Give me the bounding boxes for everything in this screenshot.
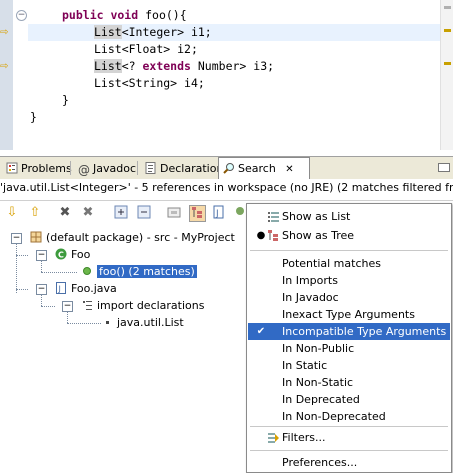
code-line-1: public void foo(){ bbox=[62, 8, 187, 22]
view-tab-bar: Problems @ Javadoc Declaration Search ✕ bbox=[0, 156, 453, 180]
tree-connector bbox=[16, 241, 17, 293]
collapse-toggle-icon[interactable]: − bbox=[36, 250, 47, 261]
tree-connector bbox=[41, 294, 42, 306]
code-line-3: List<Float> i2; bbox=[94, 42, 198, 56]
cancel-search-icon[interactable] bbox=[166, 205, 182, 221]
remove-all-matches-icon[interactable]: ✖ bbox=[80, 205, 96, 221]
tree-item-imports[interactable]: import declarations bbox=[81, 297, 204, 314]
maximize-icon[interactable] bbox=[438, 163, 450, 172]
tree-connector bbox=[41, 306, 55, 307]
tree-connector bbox=[67, 323, 101, 324]
previous-match-icon[interactable]: ⇧ bbox=[27, 205, 43, 221]
tree-connector bbox=[67, 311, 68, 323]
menu-item-in-deprecated[interactable]: In Deprecated bbox=[248, 391, 450, 408]
tab-search[interactable]: Search ✕ bbox=[218, 157, 310, 180]
overview-ruler-marker[interactable] bbox=[444, 62, 451, 65]
declaration-icon bbox=[145, 161, 157, 174]
tree-connector bbox=[16, 255, 28, 256]
menu-item-in-non-public[interactable]: In Non-Public bbox=[248, 340, 450, 357]
search-results-tree[interactable]: − − − − (default package) - src - MyProj… bbox=[0, 226, 246, 471]
java-file-icon[interactable]: J bbox=[211, 205, 227, 221]
menu-item-incompatible-type-arguments[interactable]: ✔ Incompatible Type Arguments bbox=[248, 323, 450, 340]
overview-ruler[interactable] bbox=[440, 0, 453, 150]
at-icon: @ bbox=[78, 163, 90, 177]
imports-icon bbox=[81, 299, 93, 311]
overview-ruler-marker[interactable] bbox=[444, 6, 451, 9]
expand-all-icon[interactable] bbox=[113, 205, 129, 221]
tree-item-class[interactable]: C Foo bbox=[55, 246, 90, 263]
view-menu-popup: Show as List ● Show as Tree Potential ma… bbox=[246, 203, 452, 473]
code-editor[interactable]: ⇨ ⇨ − public void foo(){ List<Integer> i… bbox=[0, 0, 453, 150]
collapse-toggle-icon[interactable]: − bbox=[62, 301, 73, 312]
remove-match-icon[interactable]: ✖ bbox=[57, 205, 73, 221]
menu-item-inexact-type-arguments[interactable]: Inexact Type Arguments bbox=[248, 306, 450, 323]
editor-gutter bbox=[0, 0, 13, 150]
tree-item-method[interactable]: foo() (2 matches) bbox=[81, 263, 197, 280]
list-icon bbox=[267, 210, 280, 223]
code-line-4: List<? extends Number> i3; bbox=[94, 59, 275, 73]
code-line-5: List<String> i4; bbox=[94, 76, 205, 90]
code-line-7: } bbox=[30, 110, 37, 124]
svg-text:J: J bbox=[58, 285, 61, 294]
tree-icon bbox=[267, 229, 280, 242]
tree-connector bbox=[41, 272, 77, 273]
show-as-tree-icon[interactable] bbox=[189, 205, 206, 222]
tab-divider bbox=[137, 161, 138, 175]
tab-javadoc[interactable]: @ Javadoc bbox=[74, 159, 140, 178]
tree-item-import[interactable]: java.util.List bbox=[103, 314, 184, 331]
svg-text:J: J bbox=[215, 209, 219, 219]
method-icon bbox=[81, 265, 93, 277]
tab-problems[interactable]: Problems bbox=[2, 159, 76, 178]
tree-item-file[interactable]: J Foo.java bbox=[55, 280, 117, 297]
problems-icon bbox=[6, 161, 18, 174]
radio-selected-icon: ● bbox=[256, 230, 266, 241]
search-icon bbox=[223, 160, 235, 174]
selected-method-label: foo() (2 matches) bbox=[97, 265, 197, 278]
menu-separator bbox=[250, 426, 448, 427]
fold-toggle-icon[interactable]: − bbox=[16, 10, 27, 21]
menu-item-in-non-deprecated[interactable]: In Non-Deprecated bbox=[248, 408, 450, 425]
filter-icon bbox=[267, 431, 280, 444]
overview-ruler-marker[interactable] bbox=[444, 29, 451, 32]
menu-item-filters[interactable]: Filters... bbox=[248, 429, 450, 446]
menu-item-show-as-tree[interactable]: ● Show as Tree bbox=[248, 227, 450, 244]
occurrence-marker-icon: ⇨ bbox=[0, 27, 9, 38]
menu-item-preferences[interactable]: Preferences... bbox=[248, 454, 450, 471]
tree-connector bbox=[41, 260, 42, 272]
collapse-all-icon[interactable] bbox=[136, 205, 152, 221]
svg-text:C: C bbox=[58, 251, 64, 260]
occurrence-marker-icon: ⇨ bbox=[0, 61, 9, 72]
tab-declaration[interactable]: Declaration bbox=[141, 159, 227, 178]
tree-item-package[interactable]: (default package) - src - MyProject bbox=[30, 229, 235, 246]
menu-item-potential-matches[interactable]: Potential matches bbox=[248, 255, 450, 272]
collapse-toggle-icon[interactable]: − bbox=[36, 284, 47, 295]
close-tab-icon[interactable]: ✕ bbox=[285, 164, 293, 175]
tab-divider bbox=[70, 161, 71, 175]
code-line-6: } bbox=[62, 93, 69, 107]
class-icon: C bbox=[55, 248, 67, 260]
menu-item-in-javadoc[interactable]: In Javadoc bbox=[248, 289, 450, 306]
java-file-icon: J bbox=[55, 282, 67, 294]
next-match-icon[interactable]: ⇩ bbox=[4, 205, 20, 221]
menu-separator bbox=[250, 250, 448, 251]
import-icon bbox=[103, 316, 113, 328]
menu-item-in-imports[interactable]: In Imports bbox=[248, 272, 450, 289]
package-icon bbox=[30, 231, 42, 243]
menu-separator bbox=[250, 450, 448, 451]
code-line-2: List<Integer> i1; bbox=[94, 25, 212, 39]
menu-item-in-static[interactable]: In Static bbox=[248, 357, 450, 374]
current-line-highlight bbox=[28, 24, 440, 41]
tree-connector bbox=[16, 289, 28, 290]
menu-item-show-as-list[interactable]: Show as List bbox=[248, 208, 450, 225]
check-icon: ✔ bbox=[256, 326, 266, 337]
collapse-toggle-icon[interactable]: − bbox=[11, 233, 22, 244]
search-result-header: 'java.util.List<Integer>' - 5 references… bbox=[0, 179, 453, 197]
menu-item-in-non-static[interactable]: In Non-Static bbox=[248, 374, 450, 391]
